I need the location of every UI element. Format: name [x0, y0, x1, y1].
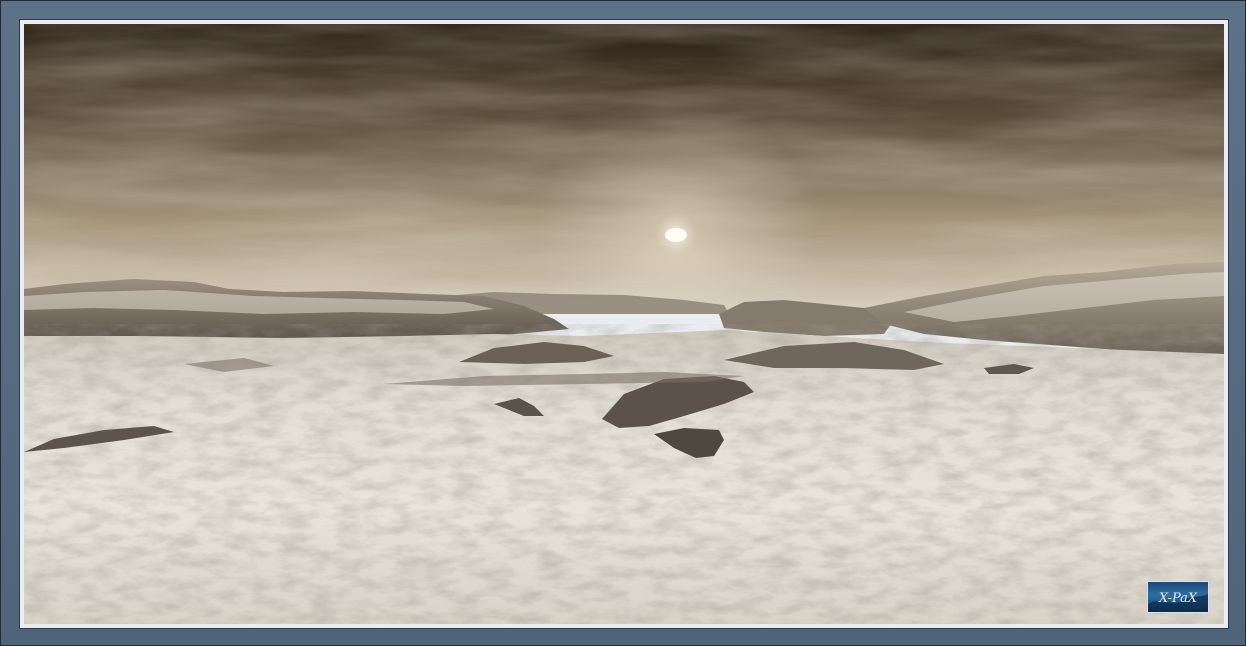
signature-logo-icon: X-PaX	[1148, 591, 1208, 612]
watermark-logo: X-PaX	[1147, 581, 1209, 613]
watermark-text: X-PaX	[1158, 591, 1198, 606]
picture-frame: X-PaX	[0, 0, 1246, 646]
sun-glow	[24, 24, 1224, 314]
landscape-render	[24, 24, 1224, 624]
terrain-texture	[24, 324, 1224, 624]
sun	[665, 228, 687, 242]
landscape-photo	[24, 24, 1224, 624]
